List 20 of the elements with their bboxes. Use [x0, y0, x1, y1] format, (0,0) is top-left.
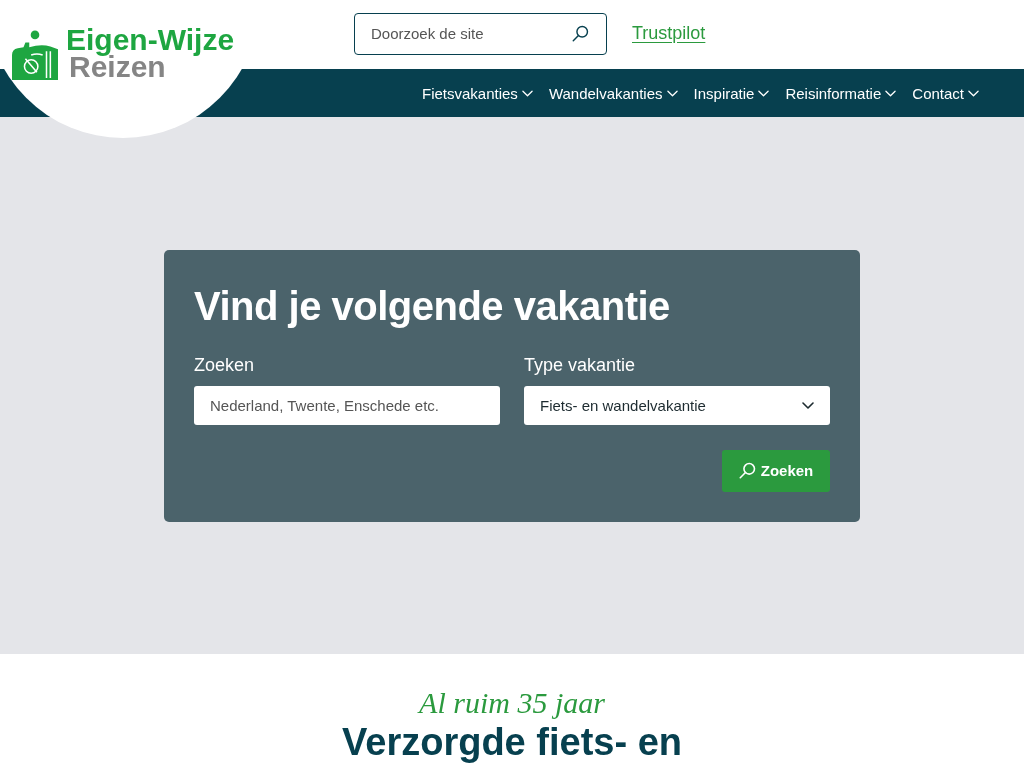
field-label: Type vakantie [524, 353, 637, 376]
nav-link[interactable]: Fietsvakanties [422, 84, 533, 102]
section-heading: Verzorgde fiets- en [342, 720, 682, 764]
nav-link[interactable]: Contact [912, 84, 979, 102]
nav-link[interactable]: Wandelvakanties [548, 84, 678, 102]
search-button[interactable]: Zoeken [722, 449, 830, 492]
trustpilot-link[interactable]: Trustpilot [632, 23, 706, 44]
chevron-down-icon [802, 401, 814, 409]
nav-link[interactable]: Inspiratie [693, 84, 770, 102]
search-icon [738, 462, 756, 479]
destination-input[interactable]: Nederland, Twente, Enschede etc. [194, 385, 500, 425]
tagline: Al ruim 35 jaar [419, 686, 605, 720]
nav-link[interactable]: Reisinformatie [785, 84, 897, 102]
field-label: Zoeken [194, 353, 256, 376]
search-icon[interactable] [572, 24, 589, 42]
search-field[interactable]: Doorzoek de site [354, 12, 607, 55]
logo-icon [12, 30, 58, 80]
panel-title: Vind je volgende vakantie [194, 282, 671, 330]
holiday-type-select[interactable]: Fiets- en wandelvakantie [524, 385, 830, 425]
logo-link[interactable]: Eigen-Wijze Reizen [12, 26, 235, 80]
